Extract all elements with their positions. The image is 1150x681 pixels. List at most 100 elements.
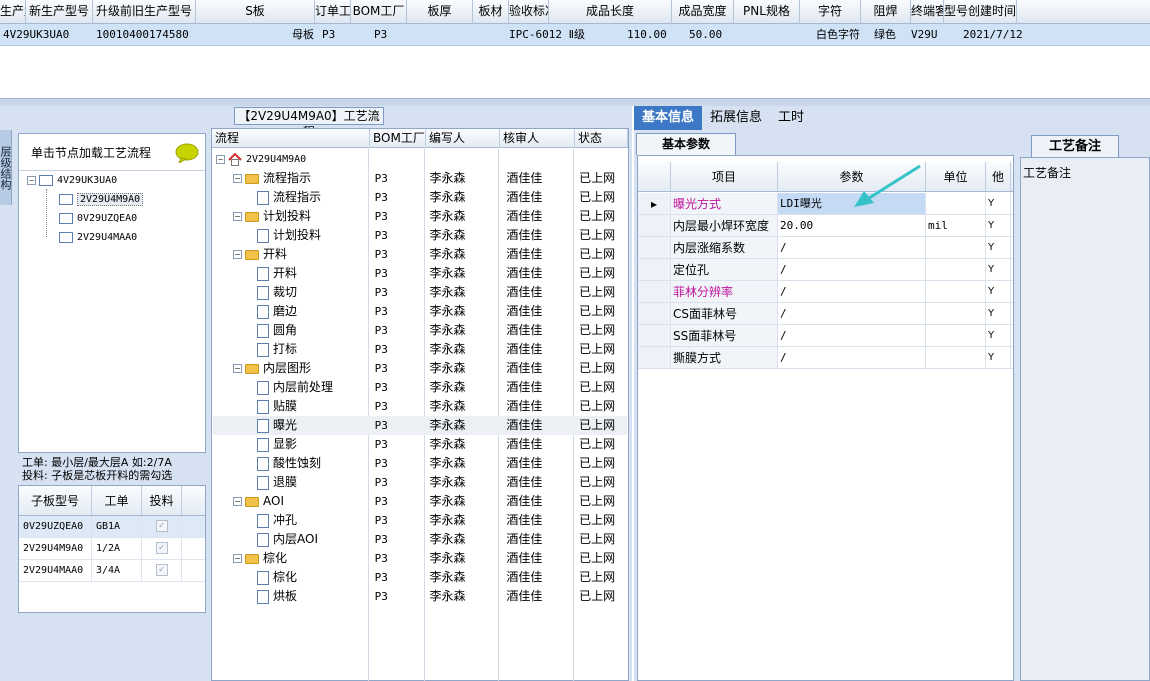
- col-header[interactable]: 生产型号: [0, 0, 26, 24]
- flow-row[interactable]: − 棕化 P3 李永森 酒佳佳 已上网: [213, 549, 627, 568]
- collapse-icon[interactable]: −: [233, 174, 242, 183]
- flow-row[interactable]: 圆角 P3 李永森 酒佳佳 已上网: [213, 321, 627, 340]
- top-row-cell[interactable]: 白色字符: [813, 24, 871, 46]
- hierarchy-node[interactable]: 2V29U4MAA0: [59, 228, 137, 247]
- col-header[interactable]: S板: [196, 0, 315, 24]
- col-header[interactable]: PNL规格: [734, 0, 800, 24]
- flow-row[interactable]: 内层前处理 P3 李永森 酒佳佳 已上网: [213, 378, 627, 397]
- col-header[interactable]: 升级前旧生产型号: [93, 0, 196, 24]
- document-icon: [257, 380, 269, 395]
- flow-row[interactable]: − 开料 P3 李永森 酒佳佳 已上网: [213, 245, 627, 264]
- top-row-cell[interactable]: 绿色: [871, 24, 908, 46]
- flow-row[interactable]: 退膜 P3 李永森 酒佳佳 已上网: [213, 473, 627, 492]
- top-row-cell[interactable]: P3: [371, 24, 431, 46]
- param-value[interactable]: /: [778, 325, 926, 346]
- tab-process-memo[interactable]: 工艺备注: [1031, 135, 1119, 157]
- top-row-cell[interactable]: [466, 24, 506, 46]
- col-header[interactable]: BOM工厂: [351, 0, 407, 24]
- tab-extended-info[interactable]: 拓展信息: [702, 106, 770, 130]
- flow-row[interactable]: 显影 P3 李永森 酒佳佳 已上网: [213, 435, 627, 454]
- col-header[interactable]: 验收标准: [509, 0, 549, 24]
- horizontal-splitter[interactable]: [0, 98, 1150, 106]
- tab-basic-params[interactable]: 基本参数: [636, 133, 736, 155]
- flow-row[interactable]: 曝光 P3 李永森 酒佳佳 已上网: [213, 416, 627, 435]
- top-row-cell[interactable]: 110.00: [624, 24, 686, 46]
- collapse-icon[interactable]: −: [233, 364, 242, 373]
- col-header[interactable]: 新生产型号: [26, 0, 93, 24]
- col-header[interactable]: 成品长度: [549, 0, 672, 24]
- param-row[interactable]: 定位孔 / Y: [638, 259, 1013, 281]
- flow-row[interactable]: 贴膜 P3 李永森 酒佳佳 已上网: [213, 397, 627, 416]
- param-row[interactable]: 菲林分辨率 / Y: [638, 281, 1013, 303]
- param-value[interactable]: /: [778, 347, 926, 368]
- flow-row[interactable]: 打标 P3 李永森 酒佳佳 已上网: [213, 340, 627, 359]
- col-header[interactable]: 板厚: [407, 0, 473, 24]
- tab-basic-info[interactable]: 基本信息: [634, 106, 703, 130]
- material-checkbox[interactable]: ✓: [155, 542, 168, 554]
- sub-board-row[interactable]: 2V29U4M9A0 1/2A ✓: [19, 538, 205, 560]
- param-value[interactable]: /: [778, 281, 926, 302]
- hierarchy-node[interactable]: −4V29UK3UA0: [27, 171, 117, 190]
- top-row-cell[interactable]: P3: [319, 24, 371, 46]
- top-row-cell[interactable]: 10010400174580: [93, 24, 189, 46]
- param-row[interactable]: 内层最小焊环宽度 20.00 mil Y: [638, 215, 1013, 237]
- collapse-icon[interactable]: −: [27, 175, 36, 185]
- param-row[interactable]: 撕膜方式 / Y: [638, 347, 1013, 369]
- flow-row[interactable]: 裁切 P3 李永森 酒佳佳 已上网: [213, 283, 627, 302]
- flow-root-node[interactable]: −2V29U4M9A0: [216, 150, 306, 169]
- param-row[interactable]: 内层涨缩系数 / Y: [638, 237, 1013, 259]
- top-grid-row[interactable]: 4V29UK3UA0 10010400174580 母板 P3 P3 IPC-6012 Ⅱ…: [0, 24, 1150, 46]
- top-row-cell[interactable]: 4V29UK3UA0: [0, 24, 93, 46]
- process-memo-box[interactable]: 工艺备注: [1020, 157, 1150, 681]
- col-header[interactable]: 板材: [473, 0, 509, 24]
- collapse-icon[interactable]: −: [233, 554, 242, 563]
- flow-row[interactable]: 冲孔 P3 李永森 酒佳佳 已上网: [213, 511, 627, 530]
- material-checkbox[interactable]: ✓: [155, 520, 168, 532]
- collapse-icon[interactable]: −: [216, 154, 225, 164]
- param-value[interactable]: 20.00: [778, 215, 926, 236]
- sub-board-row[interactable]: 2V29U4MAA0 3/4A ✓: [19, 560, 205, 582]
- flow-row[interactable]: − 内层图形 P3 李永森 酒佳佳 已上网: [213, 359, 627, 378]
- material-checkbox[interactable]: ✓: [155, 564, 168, 576]
- top-row-cell[interactable]: 母板: [289, 24, 319, 46]
- flow-row[interactable]: 计划投料 P3 李永森 酒佳佳 已上网: [213, 226, 627, 245]
- flow-row[interactable]: 开料 P3 李永森 酒佳佳 已上网: [213, 264, 627, 283]
- flow-row[interactable]: 酸性蚀刻 P3 李永森 酒佳佳 已上网: [213, 454, 627, 473]
- top-row-cell[interactable]: [189, 24, 289, 46]
- flow-row[interactable]: 棕化 P3 李永森 酒佳佳 已上网: [213, 568, 627, 587]
- param-value[interactable]: /: [778, 303, 926, 324]
- document-icon: [257, 323, 269, 338]
- flow-row[interactable]: 烘板 P3 李永森 酒佳佳 已上网: [213, 587, 627, 606]
- param-row[interactable]: ▸ 曝光方式 LDI曝光 Y: [638, 193, 1013, 215]
- col-header[interactable]: 型号创建时间: [944, 0, 1017, 24]
- hierarchy-node[interactable]: 2V29U4M9A0: [59, 190, 144, 209]
- top-row-cell[interactable]: V29U: [908, 24, 960, 46]
- param-value[interactable]: /: [778, 237, 926, 258]
- flow-row[interactable]: − 计划投料 P3 李永森 酒佳佳 已上网: [213, 207, 627, 226]
- col-header[interactable]: 成品宽度: [672, 0, 734, 24]
- param-row[interactable]: SS面菲林号 / Y: [638, 325, 1013, 347]
- flow-row[interactable]: − AOI P3 李永森 酒佳佳 已上网: [213, 492, 627, 511]
- flow-row[interactable]: 内层AOI P3 李永森 酒佳佳 已上网: [213, 530, 627, 549]
- sub-board-row[interactable]: 0V29UZQEA0 GB1A ✓: [19, 516, 205, 538]
- collapse-icon[interactable]: −: [233, 250, 242, 259]
- collapse-icon[interactable]: −: [233, 497, 242, 506]
- param-value[interactable]: /: [778, 259, 926, 280]
- collapse-icon[interactable]: −: [233, 212, 242, 221]
- col-header[interactable]: 字符: [800, 0, 861, 24]
- col-header[interactable]: 订单工厂: [315, 0, 351, 24]
- flow-row[interactable]: − 流程指示 P3 李永森 酒佳佳 已上网: [213, 169, 627, 188]
- top-row-cell[interactable]: [431, 24, 466, 46]
- col-header[interactable]: 终端客户代码: [911, 0, 944, 24]
- flow-row[interactable]: 流程指示 P3 李永森 酒佳佳 已上网: [213, 188, 627, 207]
- hierarchy-node[interactable]: 0V29UZQEA0: [59, 209, 137, 228]
- param-row[interactable]: CS面菲林号 / Y: [638, 303, 1013, 325]
- col-header[interactable]: 阻焊: [861, 0, 911, 24]
- top-row-cell[interactable]: [752, 24, 813, 46]
- top-row-cell[interactable]: 50.00: [686, 24, 752, 46]
- side-tab-hierarchy[interactable]: 层级结构: [0, 130, 12, 205]
- top-row-cell[interactable]: 2021/7/12: [960, 24, 1067, 46]
- top-row-cell[interactable]: IPC-6012 Ⅱ级: [506, 24, 624, 46]
- flow-row[interactable]: 磨边 P3 李永森 酒佳佳 已上网: [213, 302, 627, 321]
- tab-work-hours[interactable]: 工时: [770, 106, 812, 130]
